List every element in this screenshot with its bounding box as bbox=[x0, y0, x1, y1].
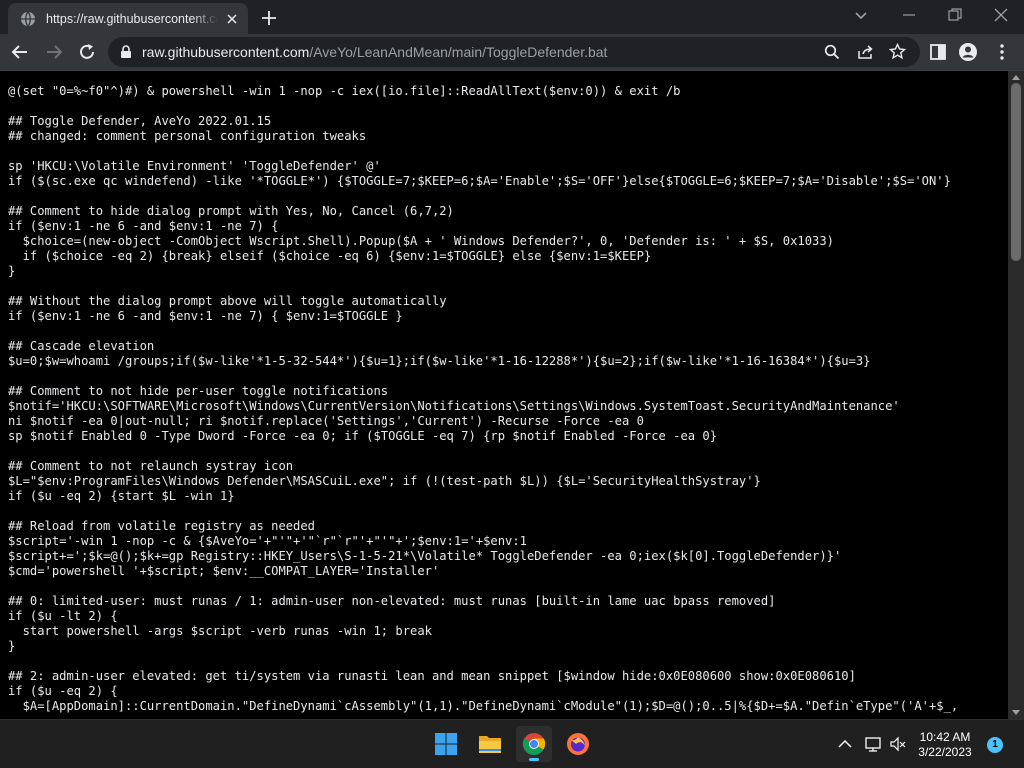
search-zoom-icon[interactable] bbox=[824, 44, 840, 60]
address-bar[interactable]: raw.githubusercontent.com/AveYo/LeanAndM… bbox=[108, 37, 920, 67]
clock-time: 10:42 AM bbox=[919, 730, 971, 744]
code-line: ## Reload from volatile registry as need… bbox=[8, 519, 315, 533]
notification-count-badge[interactable]: 1 bbox=[987, 737, 1003, 753]
code-line: if ($(sc.exe qc windefend) -like '*TOGGL… bbox=[8, 174, 951, 188]
scroll-up-arrow-icon[interactable] bbox=[1011, 73, 1021, 81]
browser-toolbar: raw.githubusercontent.com/AveYo/LeanAndM… bbox=[0, 34, 1024, 71]
tab-strip: https://raw.githubusercontent.com/AveYo/… bbox=[0, 0, 1024, 34]
code-line: $script+=';$k=@();$k+=gp Registry::HKEY_… bbox=[8, 549, 842, 563]
code-line: if ($choice -eq 2) {break} elseif ($choi… bbox=[8, 249, 652, 263]
code-line: ## 2: admin-user elevated: get ti/system… bbox=[8, 669, 856, 683]
more-menu-icon[interactable] bbox=[992, 42, 1012, 62]
code-line: $choice=(new-object -ComObject Wscript.S… bbox=[8, 234, 834, 248]
chrome-logo-icon bbox=[522, 733, 546, 755]
code-line: ## changed: comment personal configurati… bbox=[8, 129, 367, 143]
code-line: ## Comment to not relaunch systray icon bbox=[8, 459, 294, 473]
firefox-logo-icon bbox=[567, 733, 589, 755]
close-window-icon[interactable] bbox=[992, 6, 1010, 24]
share-icon[interactable] bbox=[857, 44, 874, 60]
code-line: $L="$env:ProgramFiles\Windows Defender\M… bbox=[8, 474, 761, 488]
code-line: ## Toggle Defender, AveYo 2022.01.15 bbox=[8, 114, 272, 128]
close-tab-icon[interactable] bbox=[224, 11, 240, 27]
scrollbar-thumb[interactable] bbox=[1011, 83, 1021, 261]
code-line: ## 0: limited-user: must runas / 1: admi… bbox=[8, 594, 776, 608]
new-tab-icon[interactable] bbox=[259, 8, 279, 28]
url-host: raw.githubusercontent.com bbox=[142, 44, 310, 60]
code-line: start powershell -args $script -verb run… bbox=[8, 624, 432, 638]
code-line: $u=0;$w=whoami /groups;if($w-like'*1-5-3… bbox=[8, 354, 871, 368]
system-clock[interactable]: 10:42 AM 3/22/2023 bbox=[910, 730, 980, 760]
firefox-taskbar-button[interactable] bbox=[560, 726, 596, 762]
chrome-taskbar-button[interactable] bbox=[516, 726, 552, 762]
page-content: @(set "0=%~f0"^)#) & powershell -win 1 -… bbox=[0, 71, 1008, 719]
code-line: ## Comment to not hide per-user toggle n… bbox=[8, 384, 389, 398]
tab-search-chevron-icon[interactable] bbox=[852, 6, 870, 24]
code-line: sp 'HKCU:\Volatile Environment' 'ToggleD… bbox=[8, 159, 381, 173]
clock-date: 3/22/2023 bbox=[918, 745, 972, 759]
side-panel-icon[interactable] bbox=[928, 42, 948, 62]
volume-muted-icon[interactable] bbox=[889, 735, 907, 753]
globe-icon bbox=[21, 11, 35, 26]
active-app-indicator bbox=[529, 758, 539, 761]
code-line: if ($env:1 -ne 6 -and $env:1 -ne 7) { $e… bbox=[8, 309, 403, 323]
reload-icon[interactable] bbox=[77, 42, 97, 62]
minimize-icon[interactable] bbox=[900, 6, 918, 24]
forward-arrow-icon[interactable] bbox=[44, 42, 64, 62]
raw-file-text: @(set "0=%~f0"^)#) & powershell -win 1 -… bbox=[8, 84, 958, 714]
bookmark-star-icon[interactable] bbox=[889, 43, 906, 60]
code-line: if ($env:1 -ne 6 -and $env:1 -ne 7) { bbox=[8, 219, 279, 233]
code-line: if ($u -eq 2) { bbox=[8, 684, 118, 698]
code-line: ## Cascade elevation bbox=[8, 339, 155, 353]
code-line: ## Comment to hide dialog prompt with Ye… bbox=[8, 204, 454, 218]
network-ethernet-icon[interactable] bbox=[864, 735, 882, 753]
show-hidden-icons-chevron-icon[interactable] bbox=[836, 735, 854, 753]
code-line: $cmd='powershell '+$script; $env:__COMPA… bbox=[8, 564, 440, 578]
code-line: $notif='HKCU:\SOFTWARE\Microsoft\Windows… bbox=[8, 399, 900, 413]
code-line: $A=[AppDomain]::CurrentDomain."DefineDyn… bbox=[8, 699, 959, 713]
windows-taskbar: 10:42 AM 3/22/2023 1 bbox=[0, 719, 1024, 768]
back-arrow-icon[interactable] bbox=[10, 42, 30, 62]
url-text[interactable]: raw.githubusercontent.com/AveYo/LeanAndM… bbox=[142, 44, 607, 60]
tab-title: https://raw.githubusercontent.com/AveYo/… bbox=[46, 11, 218, 26]
folder-icon bbox=[479, 736, 501, 753]
code-line: if ($u -lt 2) { bbox=[8, 609, 118, 623]
windows-logo-icon bbox=[435, 733, 457, 755]
browser-tab-active[interactable]: https://raw.githubusercontent.com/AveYo/… bbox=[8, 3, 248, 34]
code-line: $script='-win 1 -nop -c & {$AveYo='+"'"+… bbox=[8, 534, 527, 548]
code-line: if ($u -eq 2) {start $L -win 1} bbox=[8, 489, 235, 503]
vertical-scrollbar[interactable] bbox=[1008, 71, 1024, 719]
code-line: @(set "0=%~f0"^)#) & powershell -win 1 -… bbox=[8, 84, 681, 98]
code-line: } bbox=[8, 264, 16, 278]
url-path: /AveYo/LeanAndMean/main/ToggleDefender.b… bbox=[309, 44, 608, 60]
file-explorer-button[interactable] bbox=[472, 726, 508, 762]
code-line: sp $notif Enabled 0 -Type Dword -Force -… bbox=[8, 429, 718, 443]
windows-start-button[interactable] bbox=[428, 726, 464, 762]
code-line: ni $notif -ea 0|out-null; ri $notif.repl… bbox=[8, 414, 644, 428]
lock-icon[interactable] bbox=[119, 45, 133, 59]
profile-avatar-icon[interactable] bbox=[958, 42, 978, 62]
code-line: } bbox=[8, 639, 16, 653]
scroll-down-arrow-icon[interactable] bbox=[1011, 709, 1021, 717]
restore-icon[interactable] bbox=[946, 6, 964, 24]
code-line: ## Without the dialog prompt above will … bbox=[8, 294, 447, 308]
